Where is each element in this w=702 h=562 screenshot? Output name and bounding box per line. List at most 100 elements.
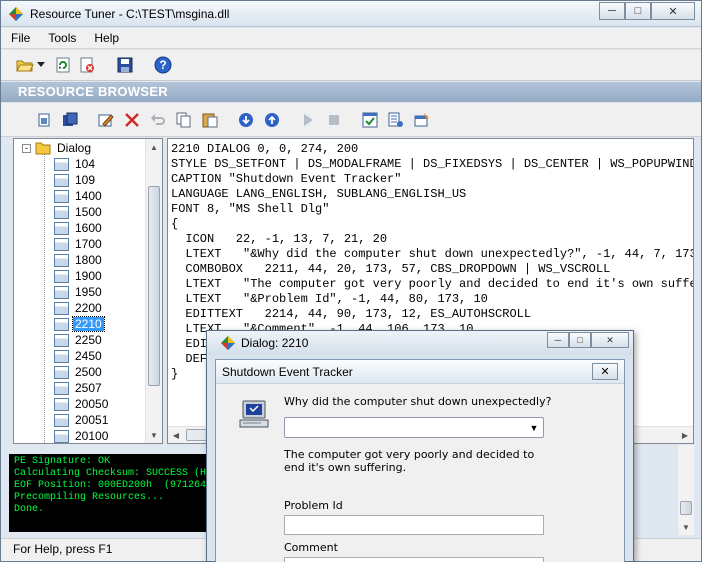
- tree-folder-row[interactable]: - Dialog: [22, 140, 93, 156]
- code-line: ICON 22, -1, 13, 7, 21, 20: [171, 232, 388, 246]
- dropdown-arrow-icon[interactable]: [36, 56, 46, 74]
- edit-icon[interactable]: [97, 111, 115, 129]
- code-line: COMBOBOX 2211, 44, 20, 173, 57, CBS_DROP…: [171, 262, 611, 276]
- log-line: Precompiling Resources...: [14, 492, 165, 503]
- dialog-resource-icon: [54, 205, 69, 219]
- collapse-icon[interactable]: -: [22, 143, 31, 153]
- scroll-thumb[interactable]: [148, 186, 160, 386]
- menu-tools[interactable]: Tools: [38, 28, 84, 48]
- refresh-icon[interactable]: [54, 56, 72, 74]
- tree-item[interactable]: 2250: [54, 332, 104, 348]
- tree-item[interactable]: 1900: [54, 268, 104, 284]
- close-button[interactable]: ✕: [651, 2, 695, 20]
- maximize-button[interactable]: □: [625, 2, 651, 20]
- dialog-resource-icon: [54, 157, 69, 171]
- check-icon[interactable]: [361, 111, 379, 129]
- shutdown-dialog-title: Shutdown Event Tracker: [222, 365, 353, 379]
- save-icon[interactable]: [116, 56, 134, 74]
- dialog-preview-titlebar[interactable]: Dialog: 2210 ─ □ ✕: [207, 331, 633, 355]
- tree-item-label: 20050: [75, 397, 109, 411]
- comment-field[interactable]: [284, 557, 544, 562]
- scroll-up-icon[interactable]: ▲: [146, 139, 162, 155]
- dialog-resource-icon: [54, 381, 69, 395]
- save-all-icon[interactable]: [61, 111, 79, 129]
- tree-item-label: 2500: [75, 365, 102, 379]
- tree-item[interactable]: 1400: [54, 188, 104, 204]
- log-line: Done.: [14, 504, 45, 515]
- tree-item[interactable]: 20051: [54, 412, 110, 428]
- tree-item-label: 2250: [75, 333, 102, 347]
- menu-help[interactable]: Help: [84, 28, 127, 48]
- scroll-down-icon[interactable]: ▼: [146, 427, 162, 443]
- tree-item[interactable]: 2210: [54, 316, 105, 332]
- code-line: LTEXT "&Why did the computer shut down u…: [171, 247, 694, 261]
- tree-item[interactable]: 1600: [54, 220, 104, 236]
- dialog-resource-icon: [54, 397, 69, 411]
- log-scroll-down-icon[interactable]: ▼: [678, 519, 694, 535]
- dialog-resource-icon: [54, 189, 69, 203]
- title-bar[interactable]: Resource Tuner - C:\TEST\msgina.dll ─ □ …: [1, 1, 701, 27]
- stop-icon[interactable]: [325, 111, 343, 129]
- shutdown-dialog-titlebar[interactable]: Shutdown Event Tracker ✕: [216, 360, 624, 384]
- shutdown-description: The computer got very poorly and decided…: [284, 448, 535, 474]
- tree-item-label: 2450: [75, 349, 102, 363]
- delete-icon[interactable]: [123, 111, 141, 129]
- tree-item[interactable]: 2450: [54, 348, 104, 364]
- properties-icon[interactable]: [387, 111, 405, 129]
- run-icon[interactable]: [299, 111, 317, 129]
- settings-icon[interactable]: [413, 111, 431, 129]
- scroll-right-icon[interactable]: ▶: [677, 427, 693, 443]
- shutdown-dialog-close-icon[interactable]: ✕: [592, 363, 618, 380]
- log-line: Calculating Checksum: SUCCESS (Header): [14, 468, 209, 479]
- menu-file[interactable]: File: [1, 28, 38, 48]
- export-icon[interactable]: [35, 111, 53, 129]
- dialog-resource-icon: [54, 269, 69, 283]
- minimize-button[interactable]: ─: [599, 2, 625, 20]
- resource-tree[interactable]: - Dialog 104 109 1400 1500 1600 1700 1800 1900 1…: [13, 138, 163, 444]
- tree-item[interactable]: 1500: [54, 204, 104, 220]
- menu-bar: File Tools Help: [1, 28, 701, 49]
- tree-item[interactable]: 109: [54, 172, 97, 188]
- scroll-left-icon[interactable]: ◀: [168, 427, 184, 443]
- computer-icon: [239, 400, 269, 428]
- problem-id-field[interactable]: [284, 515, 544, 535]
- shutdown-dialog: Shutdown Event Tracker ✕ Why did the com…: [215, 359, 625, 562]
- tree-item[interactable]: 1800: [54, 252, 104, 268]
- open-icon[interactable]: [16, 56, 34, 74]
- code-line: LANGUAGE LANG_ENGLISH, SUBLANG_ENGLISH_U…: [171, 187, 467, 201]
- tree-item[interactable]: 2500: [54, 364, 104, 380]
- code-line: STYLE DS_SETFONT | DS_MODALFRAME | DS_FI…: [171, 157, 694, 171]
- move-down-icon[interactable]: [237, 111, 255, 129]
- tree-item-label: 1700: [75, 237, 102, 251]
- dialog-preview-title: Dialog: 2210: [241, 336, 309, 350]
- help-icon[interactable]: ?: [154, 56, 172, 74]
- tree-item-label: 2200: [75, 301, 102, 315]
- copy-icon[interactable]: [175, 111, 193, 129]
- tree-item-label: 1500: [75, 205, 102, 219]
- log-line: EOF Position: 000ED200h (971264): [14, 480, 209, 491]
- undo-icon[interactable]: [149, 111, 167, 129]
- tree-folder-label: Dialog: [57, 141, 92, 155]
- tree-item[interactable]: 104: [54, 156, 97, 172]
- tree-item[interactable]: 20100: [54, 428, 110, 443]
- tree-item[interactable]: 2507: [54, 380, 104, 396]
- dialog-preview-window[interactable]: Dialog: 2210 ─ □ ✕ Shutdown Event Tracke…: [206, 330, 634, 562]
- shutdown-reason-combobox[interactable]: ▼: [284, 417, 544, 438]
- dialog-minimize-button[interactable]: ─: [547, 332, 569, 348]
- tree-scrollbar[interactable]: ▲ ▼: [145, 139, 162, 443]
- tree-item[interactable]: 1950: [54, 284, 104, 300]
- log-scroll-thumb[interactable]: [680, 501, 692, 515]
- code-line: }: [171, 367, 179, 381]
- close-file-icon[interactable]: [78, 56, 96, 74]
- dialog-close-button[interactable]: ✕: [591, 332, 629, 348]
- paste-icon[interactable]: [201, 111, 219, 129]
- move-up-icon[interactable]: [263, 111, 281, 129]
- tree-item[interactable]: 20050: [54, 396, 110, 412]
- log-scrollbar[interactable]: ▼: [677, 445, 694, 535]
- code-line: LTEXT "The computer got very poorly and …: [171, 277, 694, 291]
- tree-item[interactable]: 1700: [54, 236, 104, 252]
- dialog-maximize-button[interactable]: □: [569, 332, 591, 348]
- chevron-down-icon[interactable]: ▼: [525, 418, 543, 437]
- app-icon: [9, 7, 23, 21]
- tree-item[interactable]: 2200: [54, 300, 104, 316]
